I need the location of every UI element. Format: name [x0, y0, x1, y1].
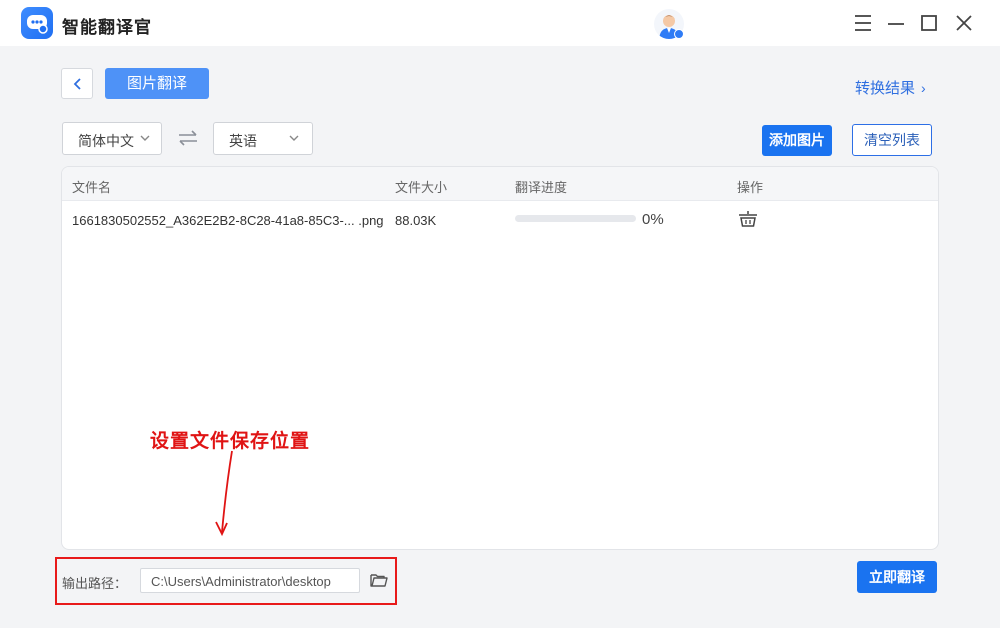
avatar-badge: [674, 29, 684, 39]
back-button[interactable]: [61, 68, 93, 99]
chevron-down-icon: [139, 131, 151, 147]
app-name: 智能翻译官: [62, 13, 152, 38]
maximize-icon[interactable]: [918, 12, 940, 34]
pin-icon[interactable]: [852, 12, 874, 34]
conversion-result-label: 转换结果: [855, 80, 915, 97]
basket-icon[interactable]: [738, 210, 758, 231]
app-logo-icon: [21, 7, 53, 39]
close-icon[interactable]: [953, 12, 975, 34]
header-filename: 文件名: [72, 177, 111, 196]
target-language-select[interactable]: 英语: [213, 122, 313, 155]
add-image-button[interactable]: 添加图片: [762, 125, 832, 156]
progress-percent: 0%: [642, 211, 664, 228]
target-language-value: 英语: [229, 131, 257, 151]
output-path-field[interactable]: C:\Users\Administrator\desktop: [140, 568, 360, 593]
file-name: 1661830502552_A362E2B2-8C28-41a8-85C3-..…: [72, 213, 384, 228]
back-icon: [71, 77, 85, 91]
file-table: 文件名 文件大小 翻译进度 操作 1661830502552_A362E2B2-…: [61, 166, 939, 550]
chevron-right-icon: ›: [921, 80, 926, 96]
output-path-label: 输出路径：: [62, 573, 127, 592]
progress-bar: [515, 215, 636, 222]
header-size: 文件大小: [395, 177, 447, 196]
chevron-down-icon: [288, 131, 300, 147]
swap-icon[interactable]: [177, 129, 199, 152]
source-language-value: 简体中文: [78, 131, 134, 151]
conversion-result-link[interactable]: 转换结果 ›: [855, 77, 926, 98]
source-language-select[interactable]: 简体中文: [62, 122, 162, 155]
header-operation: 操作: [737, 177, 763, 196]
file-size: 88.03K: [395, 213, 436, 228]
image-translate-tab[interactable]: 图片翻译: [105, 68, 209, 99]
title-bar: 智能翻译官: [0, 0, 1000, 46]
table-header: 文件名 文件大小 翻译进度 操作: [62, 167, 939, 201]
clear-list-button[interactable]: 清空列表: [852, 124, 932, 156]
table-row: 1661830502552_A362E2B2-8C28-41a8-85C3-..…: [62, 202, 939, 238]
folder-icon[interactable]: [370, 572, 388, 593]
header-progress: 翻译进度: [515, 177, 567, 196]
translate-now-button[interactable]: 立即翻译: [857, 561, 937, 593]
minimize-icon[interactable]: [885, 12, 907, 34]
arrow-icon: [210, 448, 240, 543]
